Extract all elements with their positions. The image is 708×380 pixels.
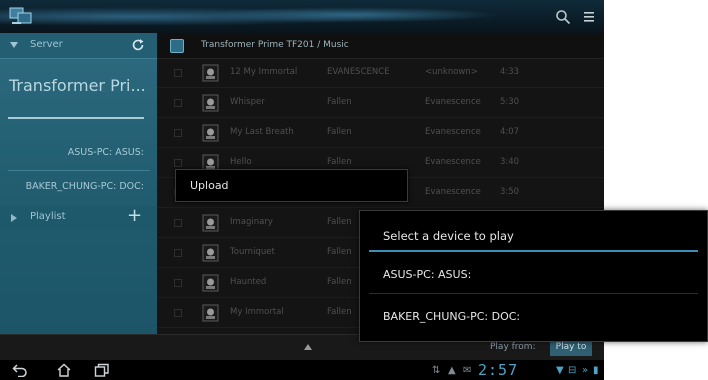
music-file-icon [202,214,219,232]
row-checkbox[interactable] [174,249,182,257]
select-device-dialog: Select a device to play ASUS-PC: ASUS: B… [359,210,708,342]
song-title: Tourniquet [230,247,275,257]
song-album: Fallen [327,127,352,137]
folder-icon[interactable] [170,39,184,53]
song-duration: 3:40 [500,157,520,167]
song-title: Whisper [230,97,265,107]
song-title: Hello [230,157,252,167]
song-row[interactable]: My Last Breath Fallen Evanescence 4:07 [157,119,604,148]
song-title: My Last Breath [230,127,294,137]
music-file-icon [202,124,219,142]
sidebar-device-baker[interactable]: BAKER_CHUNG-PC: DOC: [4,181,144,192]
song-album: Fallen [327,307,352,317]
song-artist: Evanescence [425,157,481,167]
collapse-arrow-icon [10,42,18,48]
recent-apps-icon[interactable] [94,363,110,377]
path-bar: Transformer Prime TF201 / Music [157,33,604,59]
warning-icon: ▲ [448,365,456,376]
action-bar [0,0,604,33]
song-album: Fallen [327,247,352,257]
battery-icon: ▮ [593,365,599,376]
search-icon[interactable] [555,9,571,25]
music-file-icon [202,64,219,82]
song-album: Fallen [327,277,352,287]
breadcrumb: Transformer Prime TF201 / Music [201,40,349,50]
song-title: 12 My Immortal [230,67,298,77]
row-checkbox[interactable] [174,99,182,107]
song-row[interactable]: Whisper Fallen Evanescence 5:30 [157,89,604,118]
music-file-icon [202,304,219,322]
music-file-icon [202,274,219,292]
selected-device-title[interactable]: Transformer Pri... [9,76,146,95]
song-duration: 3:50 [500,187,520,197]
bluetooth-icon: » [582,365,589,376]
device-option-baker[interactable]: BAKER_CHUNG-PC: DOC: [383,310,520,323]
expand-up-icon[interactable] [304,344,312,350]
selected-device-indicator [8,117,144,119]
song-duration: 5:30 [500,97,520,107]
song-artist: Evanescence [425,97,481,107]
upload-popup[interactable]: Upload [175,169,408,202]
song-artist: Evanescence [425,127,481,137]
menu-icon[interactable] [583,11,595,23]
song-album: Fallen [327,97,352,107]
song-row[interactable]: 12 My Immortal EVANESCENCE <unknown> 4:33 [157,59,604,88]
usb-icon: ⇅ [432,365,441,376]
music-file-icon [202,244,219,262]
song-duration: 4:07 [500,127,520,137]
row-checkbox[interactable] [174,279,182,287]
clock: 2:57 [478,361,519,379]
divider [8,170,150,171]
song-title: My Immortal [230,307,284,317]
song-title: Imaginary [230,217,273,227]
song-duration: 4:33 [500,67,520,77]
divider [369,293,698,294]
playlist-label: Playlist [30,211,66,222]
play-from-label: Play from: [490,342,536,352]
song-artist: <unknown> [425,67,478,77]
song-title: Haunted [230,277,267,287]
row-checkbox[interactable] [174,129,182,137]
back-icon[interactable] [12,363,28,377]
sidebar: Server Transformer Pri... ASUS-PC: ASUS:… [0,33,157,334]
media-server-icon[interactable] [9,5,33,27]
refresh-icon[interactable] [131,38,145,52]
signal-icon: ⊟ [568,365,577,376]
song-album: Fallen [327,217,352,227]
dialog-title-divider [369,250,698,252]
playlist-section-header[interactable]: Playlist + [0,206,157,230]
row-checkbox[interactable] [174,159,182,167]
row-checkbox[interactable] [174,309,182,317]
system-nav-bar: ⇅ ▲ ✉ 2:57 ▼ ⊟ » ▮ [0,360,604,380]
device-option-asus[interactable]: ASUS-PC: ASUS: [383,268,471,281]
add-playlist-icon[interactable]: + [127,207,142,225]
row-checkbox[interactable] [174,69,182,77]
server-label: Server [30,39,63,50]
upload-option[interactable]: Upload [190,179,229,192]
expand-arrow-icon [11,214,17,222]
sidebar-device-asus[interactable]: ASUS-PC: ASUS: [4,147,144,158]
dialog-title: Select a device to play [383,229,514,243]
home-icon[interactable] [56,363,72,377]
row-checkbox[interactable] [174,219,182,227]
mail-icon: ✉ [463,365,472,376]
song-album: Fallen [327,157,352,167]
song-album: EVANESCENCE [327,67,390,77]
music-file-icon [202,94,219,112]
song-artist: Evanescence [425,187,481,197]
wifi-icon: ▼ [556,365,564,376]
server-section-header[interactable]: Server [0,33,157,59]
